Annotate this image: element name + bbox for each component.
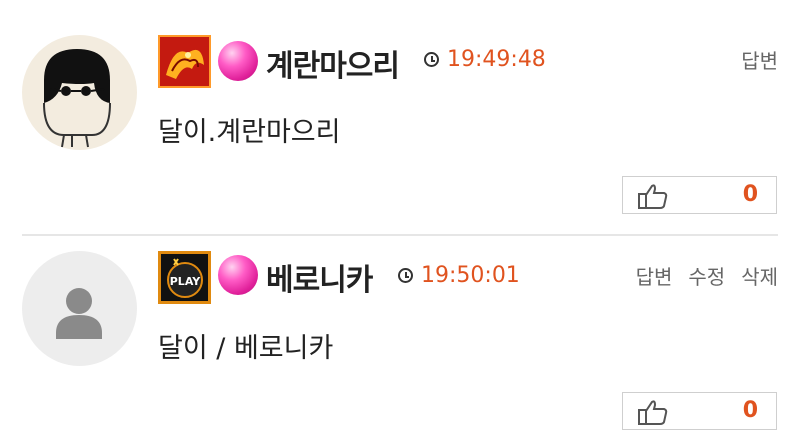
gem-icon [218, 41, 258, 81]
cartoon-avatar-icon [43, 49, 111, 148]
timestamp-text: 19:49:48 [447, 47, 546, 72]
reply-button[interactable]: 답변 [741, 45, 778, 74]
comment-item: PLAY 베로니카 19:50:01 답변 수정 삭제 달이 / 베로니카 0 [0, 236, 800, 441]
play-badge: PLAY [158, 251, 211, 304]
delete-button[interactable]: 삭제 [741, 261, 778, 290]
reply-button[interactable]: 답변 [636, 261, 673, 290]
like-button[interactable]: 0 [622, 176, 777, 214]
thumbs-up-icon [638, 184, 668, 209]
comment-body: 달이.계란마으리 [158, 117, 341, 148]
clock-icon [398, 268, 413, 283]
timestamp: 19:50:01 [398, 263, 520, 288]
avatar[interactable] [22, 251, 137, 366]
default-user-icon [56, 288, 102, 339]
thumbs-up-icon [638, 400, 668, 425]
svg-text:PLAY: PLAY [170, 275, 202, 288]
clock-icon [424, 52, 439, 67]
comment-body: 달이 / 베로니카 [158, 333, 334, 364]
edit-button[interactable]: 수정 [688, 261, 725, 290]
like-count: 0 [742, 182, 758, 207]
like-button[interactable]: 0 [622, 392, 777, 430]
red-dragon-badge [158, 35, 211, 88]
timestamp: 19:49:48 [424, 47, 546, 72]
like-count: 0 [742, 398, 758, 423]
comment-item: 계란마으리 19:49:48 답변 달이.계란마으리 0 [0, 0, 800, 235]
nickname[interactable]: 베로니카 [266, 255, 373, 299]
gem-icon [218, 255, 258, 295]
timestamp-text: 19:50:01 [421, 263, 520, 288]
nickname[interactable]: 계란마으리 [266, 41, 400, 85]
comment-actions: 답변 수정 삭제 [636, 261, 778, 290]
avatar[interactable] [22, 35, 137, 150]
comment-actions: 답변 [741, 45, 778, 74]
